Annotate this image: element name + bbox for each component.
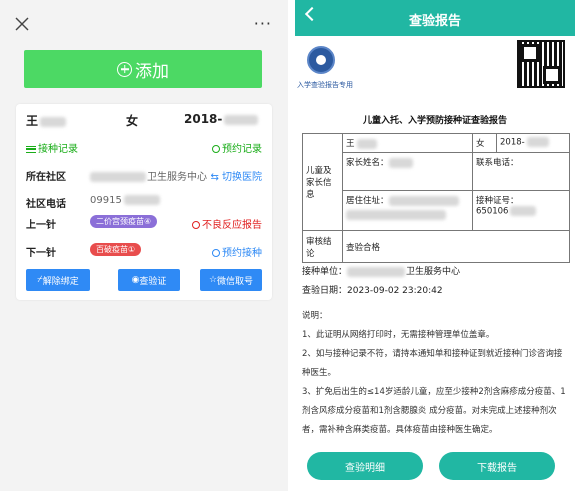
vaccine-record-link[interactable]: 接种记录: [26, 140, 78, 155]
phone-label: 社区电话: [26, 199, 66, 210]
book-vaccination-link[interactable]: 预约接种: [212, 244, 262, 259]
left-panel: ··· 添加 王 女 2018- 接种记录 预约记录 所在社区 卫生服务中心 ⇆…: [0, 0, 288, 491]
child-gender: 女: [126, 114, 139, 128]
redaction-blur: [347, 266, 406, 277]
guardian-name-cell: 家长姓名：: [342, 152, 473, 191]
phone-value: 09915: [90, 195, 160, 206]
appointment-record-link[interactable]: 预约记录: [212, 140, 262, 155]
notes-section: 说明： 1、此证明从网络打印时，无需接种管理单位盖章。 2、如与接种记录不符，请…: [302, 307, 568, 440]
eye-icon: ◉: [131, 275, 140, 285]
table-gender: 女: [472, 133, 497, 153]
screenshot-stage: ··· 添加 王 女 2018- 接种记录 预约记录 所在社区 卫生服务中心 ⇆…: [0, 0, 575, 491]
redaction-blur: [346, 210, 446, 220]
cert-number-cell: 接种证号： 650106: [472, 190, 570, 231]
previous-dose-badge: 二价宫颈疫苗④: [90, 215, 158, 228]
plus-circle-icon: [117, 61, 132, 77]
note-item: 1、此证明从网络打印时，无需接种管理单位盖章。: [302, 330, 495, 340]
add-button[interactable]: 添加: [24, 50, 262, 88]
check-detail-button[interactable]: 查验明细: [307, 452, 423, 480]
redaction-blur: [90, 172, 146, 182]
emblem-logo: [307, 46, 335, 74]
check-date: 查验日期：2023-09-02 23:20:42: [302, 286, 443, 296]
search-icon: [212, 145, 220, 153]
community-value: 卫生服务中心: [90, 168, 207, 183]
redaction-blur: [356, 138, 377, 149]
clock-icon: [212, 249, 220, 257]
contact-phone-cell: 联系电话：: [472, 152, 570, 191]
community-label: 所在社区: [26, 172, 66, 183]
child-card: 王 女 2018- 接种记录 预约记录 所在社区 卫生服务中心 ⇆ 切换医院 社…: [16, 104, 272, 300]
info-icon: [192, 221, 200, 229]
vaccination-unit: 接种单位： 卫生服务中心: [302, 266, 461, 277]
next-dose-badge: 百破疫苗①: [90, 243, 142, 256]
audit-result-cell: 查验合格: [342, 230, 570, 263]
star-icon: ☆: [208, 275, 218, 285]
download-report-button[interactable]: 下载报告: [439, 452, 555, 480]
redaction-blur: [388, 195, 459, 206]
certificate-table: 儿童及家长信息 王 女 2018- 家长姓名： 联系电话： 居住住址： 接种证号…: [302, 133, 570, 263]
more-menu-icon[interactable]: ···: [254, 14, 272, 33]
left-top-bar: ··· 添加: [0, 0, 288, 98]
switch-icon: ⇆: [210, 172, 222, 183]
report-header: 查验报告: [295, 0, 575, 36]
note-item: 3、扩免后出生的≤14岁适龄儿童，应至少接种2剂含麻疹成分疫苗、1剂含风疹成分疫…: [302, 387, 566, 435]
card-actions: ⌿ 解除绑定 ◉ 查验证 ☆ 微信取号: [26, 269, 262, 291]
note-item: 2、如与接种记录不符，请持本通知单和接种证到就近接种门诊咨询接种医生。: [302, 349, 563, 378]
list-icon: [26, 145, 36, 153]
table-dob: 2018-: [496, 133, 570, 153]
notes-heading: 说明：: [302, 311, 328, 321]
adverse-reaction-link[interactable]: 不良反应报告: [192, 216, 262, 231]
close-icon[interactable]: [14, 16, 30, 32]
redaction-blur: [123, 195, 160, 205]
emblem-caption: 入学查验报告专用: [297, 81, 353, 89]
audit-label-cell: 审核结论: [302, 230, 343, 263]
next-dose-label: 下一针: [26, 248, 56, 259]
unbind-button[interactable]: ⌿ 解除绑定: [26, 269, 90, 291]
qr-code: [517, 40, 565, 88]
child-info-heading: 儿童及家长信息: [302, 133, 343, 231]
child-name: 王: [26, 112, 67, 129]
add-button-label: 添加: [135, 61, 169, 82]
previous-dose-label: 上一针: [26, 220, 56, 231]
redaction-blur: [526, 137, 549, 147]
wechat-ticket-button[interactable]: ☆ 微信取号: [200, 269, 262, 291]
address-cell: 居住住址：: [342, 190, 473, 231]
redaction-blur: [388, 157, 413, 168]
child-dob: 2018-: [184, 112, 259, 126]
check-certificate-button[interactable]: ◉ 查验证: [118, 269, 180, 291]
table-child-name: 王: [342, 133, 473, 153]
right-panel: 查验报告 入学查验报告专用 儿童入托、入学预防接种证查验报告 儿童及家长信息 王…: [295, 0, 575, 491]
redaction-blur: [224, 114, 259, 125]
redaction-blur: [40, 116, 67, 127]
certificate-title: 儿童入托、入学预防接种证查验报告: [362, 116, 507, 126]
report-title: 查验报告: [408, 14, 461, 29]
redaction-blur: [510, 206, 537, 216]
switch-hospital-link[interactable]: ⇆ 切换医院: [210, 168, 262, 183]
